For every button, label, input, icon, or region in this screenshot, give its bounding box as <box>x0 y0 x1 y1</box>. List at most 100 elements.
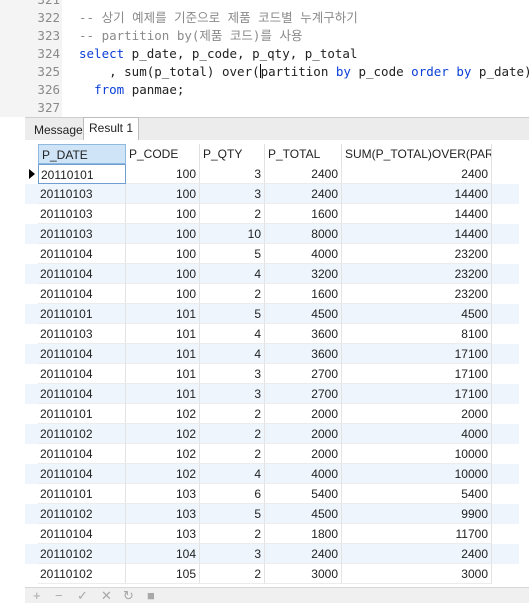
cell-p-code[interactable]: 100 <box>126 264 200 284</box>
cell-sum-over[interactable]: 5400 <box>342 484 492 504</box>
table-row[interactable]: 20110103 100 3 2400 14400 <box>25 184 519 204</box>
column-header-p-date[interactable]: P_DATE <box>38 144 126 164</box>
cell-p-qty[interactable]: 2 <box>200 564 265 584</box>
table-row[interactable]: 20110102 104 3 2400 2400 <box>25 544 519 564</box>
cell-p-total[interactable]: 2700 <box>265 384 342 404</box>
cell-p-qty[interactable]: 4 <box>200 464 265 484</box>
cell-p-qty[interactable]: 2 <box>200 204 265 224</box>
cell-p-date[interactable]: 20110102 <box>38 564 126 584</box>
cell-p-code[interactable]: 102 <box>126 424 200 444</box>
cell-p-total[interactable]: 4000 <box>265 244 342 264</box>
cell-p-code[interactable]: 100 <box>126 284 200 304</box>
cell-sum-over[interactable]: 14400 <box>342 204 492 224</box>
table-row[interactable]: 20110104 100 2 1600 23200 <box>25 284 519 304</box>
cell-p-qty[interactable]: 2 <box>200 424 265 444</box>
cell-p-total[interactable]: 2700 <box>265 364 342 384</box>
cell-p-code[interactable]: 103 <box>126 484 200 504</box>
cell-p-qty[interactable]: 2 <box>200 404 265 424</box>
stop-icon[interactable]: ■ <box>147 589 155 603</box>
cell-p-date[interactable]: 20110103 <box>38 224 126 244</box>
cell-sum-over[interactable]: 14400 <box>342 184 492 204</box>
cell-p-total[interactable]: 4500 <box>265 304 342 324</box>
column-header-sum-over[interactable]: SUM(P_TOTAL)OVER(PARTI <box>342 144 492 164</box>
cell-p-code[interactable]: 101 <box>126 384 200 404</box>
cell-p-qty[interactable]: 2 <box>200 524 265 544</box>
cell-p-date[interactable]: 20110104 <box>38 524 126 544</box>
cell-sum-over[interactable]: 9900 <box>342 504 492 524</box>
cell-p-date[interactable]: 20110104 <box>38 244 126 264</box>
cell-p-code[interactable]: 100 <box>126 204 200 224</box>
table-row[interactable]: 20110103 101 4 3600 8100 <box>25 324 519 344</box>
cell-p-code[interactable]: 100 <box>126 184 200 204</box>
cell-p-date[interactable]: 20110102 <box>38 504 126 524</box>
cell-sum-over[interactable]: 11700 <box>342 524 492 544</box>
cell-p-code[interactable]: 102 <box>126 464 200 484</box>
cell-sum-over[interactable]: 4500 <box>342 304 492 324</box>
cell-p-date[interactable]: 20110103 <box>38 204 126 224</box>
code-line[interactable]: 324 select p_date, p_code, p_qty, p_total <box>0 45 529 63</box>
cell-p-total[interactable]: 3000 <box>265 564 342 584</box>
cell-p-date[interactable]: 20110102 <box>38 544 126 564</box>
cell-p-total[interactable]: 3200 <box>265 264 342 284</box>
cell-p-qty[interactable]: 3 <box>200 364 265 384</box>
cell-sum-over[interactable]: 4000 <box>342 424 492 444</box>
cell-p-total[interactable]: 1600 <box>265 284 342 304</box>
table-row[interactable]: 20110102 102 2 2000 4000 <box>25 424 519 444</box>
cell-p-code[interactable]: 100 <box>126 244 200 264</box>
cell-p-code[interactable]: 102 <box>126 404 200 424</box>
table-row[interactable]: 20110104 101 3 2700 17100 <box>25 384 519 404</box>
table-row[interactable]: 20110104 102 4 4000 10000 <box>25 464 519 484</box>
table-row[interactable]: 20110102 103 5 4500 9900 <box>25 504 519 524</box>
cell-sum-over[interactable]: 23200 <box>342 264 492 284</box>
cell-p-total[interactable]: 1800 <box>265 524 342 544</box>
cell-p-qty[interactable]: 2 <box>200 284 265 304</box>
cell-p-date[interactable]: 20110103 <box>38 184 126 204</box>
cell-p-total[interactable]: 4500 <box>265 504 342 524</box>
column-header-p-code[interactable]: P_CODE <box>126 144 200 164</box>
cell-sum-over[interactable]: 14400 <box>342 224 492 244</box>
cell-p-date[interactable]: 20110101 <box>38 304 126 324</box>
cell-p-code[interactable]: 100 <box>126 224 200 244</box>
column-header-p-qty[interactable]: P_QTY <box>200 144 265 164</box>
table-row[interactable]: 20110103 100 10 8000 14400 <box>25 224 519 244</box>
table-row[interactable]: 20110101 103 6 5400 5400 <box>25 484 519 504</box>
cell-p-code[interactable]: 101 <box>126 304 200 324</box>
check-icon[interactable]: ✓ <box>77 589 88 603</box>
cell-p-total[interactable]: 5400 <box>265 484 342 504</box>
tab-message[interactable]: Message <box>29 120 88 141</box>
cell-p-total[interactable]: 3600 <box>265 324 342 344</box>
cell-sum-over[interactable]: 10000 <box>342 444 492 464</box>
cell-p-date[interactable]: 20110104 <box>38 384 126 404</box>
cell-p-date[interactable]: 20110104 <box>38 264 126 284</box>
cell-p-qty[interactable]: 3 <box>200 184 265 204</box>
code-line[interactable]: 322 -- 상기 예제를 기준으로 제품 코드별 누계구하기 <box>0 9 529 27</box>
table-row[interactable]: 20110101 101 5 4500 4500 <box>25 304 519 324</box>
cell-p-date[interactable]: 20110104 <box>38 364 126 384</box>
cell-p-total[interactable]: 8000 <box>265 224 342 244</box>
cell-sum-over[interactable]: 3000 <box>342 564 492 584</box>
code-line[interactable]: 325 , sum(p_total) over(partition by p_c… <box>0 63 529 81</box>
cell-p-date[interactable]: 20110101 <box>38 164 126 184</box>
cell-p-code[interactable]: 103 <box>126 524 200 544</box>
code-line[interactable]: 321 <box>0 0 529 9</box>
cancel-icon[interactable]: ✕ <box>101 589 112 603</box>
sql-editor[interactable]: 321322 -- 상기 예제를 기준으로 제품 코드별 누계구하기 323 -- p… <box>0 0 529 117</box>
cell-p-qty[interactable]: 5 <box>200 244 265 264</box>
cell-p-total[interactable]: 4000 <box>265 464 342 484</box>
cell-sum-over[interactable]: 2400 <box>342 164 492 184</box>
table-row[interactable]: 20110103 100 2 1600 14400 <box>25 204 519 224</box>
cell-p-total[interactable]: 2400 <box>265 544 342 564</box>
refresh-icon[interactable]: ↻ <box>123 589 134 603</box>
cell-p-qty[interactable]: 4 <box>200 264 265 284</box>
cell-p-code[interactable]: 103 <box>126 504 200 524</box>
cell-p-qty[interactable]: 4 <box>200 324 265 344</box>
cell-p-qty[interactable]: 2 <box>200 444 265 464</box>
cell-sum-over[interactable]: 2000 <box>342 404 492 424</box>
code-line[interactable]: 323 -- partition by(제품 코드)를 사용 <box>0 27 529 45</box>
cell-p-code[interactable]: 101 <box>126 364 200 384</box>
cell-p-date[interactable]: 20110104 <box>38 444 126 464</box>
cell-p-date[interactable]: 20110101 <box>38 484 126 504</box>
table-row[interactable]: 20110104 100 5 4000 23200 <box>25 244 519 264</box>
cell-p-total[interactable]: 2000 <box>265 404 342 424</box>
table-row[interactable]: 20110104 101 4 3600 17100 <box>25 344 519 364</box>
